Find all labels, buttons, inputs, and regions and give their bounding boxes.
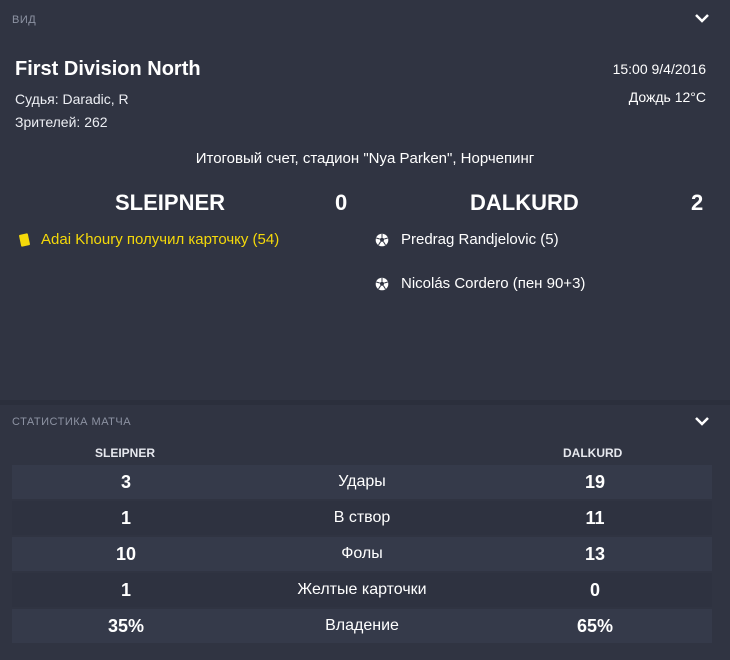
referee-text: Судья: Daradic, R: [15, 91, 129, 107]
match-datetime: 15:00 9/4/2016: [612, 61, 706, 77]
away-team-score: 2: [691, 190, 704, 215]
stat-label: Владение: [325, 617, 399, 634]
away-event-text: Predrag Randjelovic (5): [401, 231, 559, 248]
home-event-item[interactable]: Adai Khoury получил карточку (54): [18, 231, 280, 248]
stat-home-value: 35%: [107, 616, 145, 636]
stat-row: 10 Фолы 13: [12, 537, 712, 571]
stats-section-title: СТАТИСТИКА МАТЧА: [12, 416, 132, 428]
stat-label: Удары: [338, 473, 386, 490]
home-team-name[interactable]: SLEIPNER: [115, 190, 225, 216]
stat-row: 35% Владение 65%: [12, 609, 712, 643]
stat-away-value: 13: [584, 544, 606, 564]
attendance-text: Зрителей: 262: [15, 114, 108, 130]
stat-label: Желтые карточки: [297, 581, 427, 598]
stat-away-value: 19: [584, 472, 606, 492]
stat-row: 1 В створ 11: [12, 501, 712, 535]
final-score-line: Итоговый счет, стадион "Nya Parken", Нор…: [195, 150, 535, 167]
stats-home-team: SLEIPNER: [95, 446, 156, 460]
league-name: First Division North: [15, 58, 201, 80]
stat-label: Фолы: [341, 545, 383, 562]
yellow-card-icon: [18, 232, 31, 247]
weather-text: Дождь 12°C: [628, 89, 706, 105]
stat-row: 3 Удары 19: [12, 465, 712, 499]
stat-home-value: 10: [115, 544, 137, 564]
stat-home-value: 3: [120, 472, 131, 492]
stat-away-value: 65%: [576, 616, 614, 636]
home-event-text: Adai Khoury получил карточку (54): [41, 231, 280, 248]
stat-away-value: 11: [585, 508, 605, 528]
view-section-title: ВИД: [12, 14, 37, 26]
away-event-text: Nicolás Cordero (пен 90+3): [401, 275, 586, 292]
stat-row: 1 Желтые карточки 0: [12, 573, 712, 607]
away-team-name[interactable]: DALKURD: [470, 190, 579, 216]
match-view-panel: ВИД First Division North Судья: Daradic,…: [0, 0, 730, 400]
away-event-item[interactable]: Nicolás Cordero (пен 90+3): [375, 275, 585, 292]
stat-away-value: 0: [589, 580, 600, 600]
stats-away-team: DALKURD: [563, 446, 623, 460]
chevron-down-icon[interactable]: [694, 12, 710, 24]
stat-home-value: 1: [120, 580, 131, 600]
football-icon: [375, 233, 389, 247]
stat-label: В створ: [333, 509, 391, 526]
away-event-item[interactable]: Predrag Randjelovic (5): [375, 231, 559, 248]
home-team-score: 0: [335, 190, 348, 215]
football-icon: [375, 277, 389, 291]
chevron-down-icon[interactable]: [694, 415, 710, 427]
stat-home-value: 1: [120, 508, 131, 528]
